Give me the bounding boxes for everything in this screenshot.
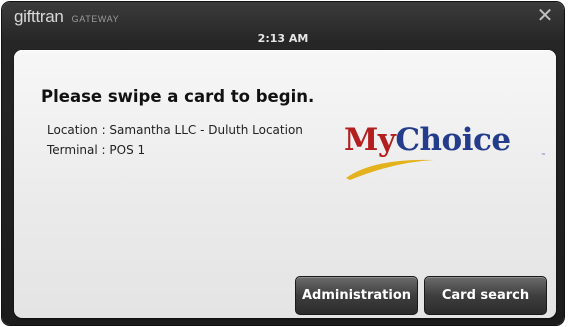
logo-text-choice: Choice xyxy=(395,122,511,158)
brand-name: gifttran xyxy=(14,7,64,26)
close-icon[interactable]: ✕ xyxy=(536,5,554,25)
location-label: Location : Samantha LLC - Duluth Locatio… xyxy=(47,123,303,137)
logo-trademark: ™ xyxy=(541,153,546,159)
clock-time: 2:13 AM xyxy=(257,32,309,45)
swipe-prompt: Please swipe a card to begin. xyxy=(41,87,315,106)
brand-logo: gifttran GATEWAY xyxy=(14,7,119,27)
app-window: gifttran GATEWAY ✕ 2:13 AM Please swipe … xyxy=(2,2,564,325)
logo-text-my: My xyxy=(344,122,396,158)
card-search-button[interactable]: Card search xyxy=(424,276,547,315)
terminal-label: Terminal : POS 1 xyxy=(47,143,146,157)
logo-wordmark: MyChoice xyxy=(344,122,511,158)
brand-subtitle: GATEWAY xyxy=(71,14,120,24)
mychoice-logo: MyChoice ™ xyxy=(344,122,554,192)
administration-button[interactable]: Administration xyxy=(295,276,418,315)
